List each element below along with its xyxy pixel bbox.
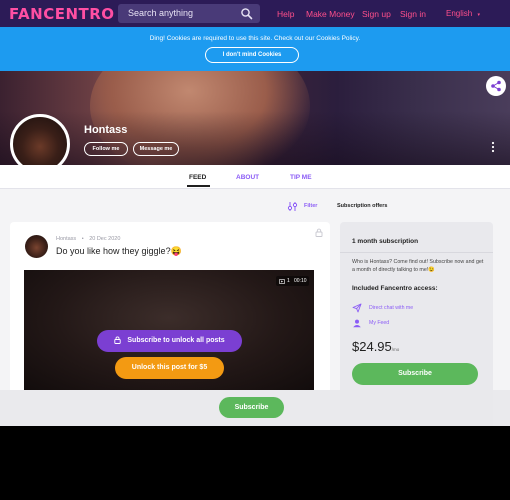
- panel-subscribe-button[interactable]: Subscribe: [352, 363, 478, 385]
- nav-link-make-money[interactable]: Make Money: [306, 9, 355, 19]
- tab-feed[interactable]: FEED: [189, 174, 206, 181]
- subscription-description: Who is Hontass? Come find out! Subscribe…: [352, 259, 484, 273]
- post-meta: Hontass • 20 Dec 2020: [56, 236, 120, 242]
- subscribe-unlock-all-button[interactable]: Subscribe to unlock all posts: [97, 330, 242, 352]
- share-icon: [491, 80, 501, 92]
- subscription-price: $24.95/mo: [352, 339, 399, 354]
- price-period: /mo: [391, 347, 400, 352]
- video-icon: [279, 278, 285, 284]
- search-icon[interactable]: [240, 7, 253, 20]
- tab-about[interactable]: ABOUT: [236, 174, 259, 181]
- language-selector[interactable]: English ▾: [446, 9, 480, 18]
- price-amount: $24.95: [352, 339, 392, 354]
- subscription-offers-link[interactable]: Subscription offers: [337, 203, 387, 209]
- included-access-title: Included Fancentro access:: [352, 285, 438, 292]
- feed-icon: [353, 319, 361, 328]
- nav-link-sign-in[interactable]: Sign in: [400, 9, 426, 19]
- chevron-down-icon: ▾: [477, 12, 480, 18]
- cookie-message: Ding! Cookies are required to use this s…: [149, 35, 361, 42]
- nav-link-sign-up[interactable]: Sign up: [362, 9, 391, 19]
- panel-divider: [340, 252, 493, 253]
- cookie-banner: Ding! Cookies are required to use this s…: [0, 27, 510, 71]
- media-count: 1: [287, 278, 290, 284]
- fancentro-logo[interactable]: FANCENTRO: [9, 5, 115, 23]
- accept-cookies-button[interactable]: I don't mind Cookies: [205, 47, 299, 63]
- profile-cover-image: [0, 71, 510, 165]
- logo-text: FANCENTRO: [9, 5, 115, 23]
- post-author-avatar[interactable]: [25, 235, 48, 258]
- post-date: 20 Dec 2020: [89, 236, 121, 242]
- more-options-icon[interactable]: [489, 141, 497, 153]
- tab-tip-me[interactable]: TIP ME: [290, 174, 312, 181]
- message-button[interactable]: Message me: [133, 142, 179, 156]
- language-label: English: [446, 9, 473, 18]
- access-item-my-feed: My Feed: [369, 320, 390, 326]
- cover-gradient: [0, 111, 510, 165]
- follow-button[interactable]: Follow me: [84, 142, 128, 156]
- top-nav: FANCENTRO Search anything Help Make Mone…: [0, 0, 510, 27]
- meta-separator: •: [81, 236, 84, 242]
- profile-tabs: FEED ABOUT TIP ME: [0, 165, 510, 189]
- access-item-direct-chat: Direct chat with me: [369, 305, 414, 311]
- lock-icon: [315, 228, 323, 237]
- active-tab-indicator: [187, 185, 210, 187]
- post-title: Do you like how they giggle?😝: [56, 246, 182, 256]
- unlock-all-label: Subscribe to unlock all posts: [127, 337, 225, 344]
- post-author[interactable]: Hontass: [56, 236, 76, 242]
- media-info-badge: 1 00:10: [276, 276, 309, 286]
- empty-viewport-area: [0, 426, 510, 500]
- share-button[interactable]: [486, 76, 506, 96]
- subscription-title: 1 month subscription: [352, 238, 419, 245]
- sticky-subscribe-button[interactable]: Subscribe: [219, 397, 284, 418]
- page: FANCENTRO Search anything Help Make Mone…: [0, 0, 510, 426]
- filter-button[interactable]: Filter: [304, 203, 317, 209]
- filter-icon[interactable]: [287, 201, 298, 212]
- profile-name: Hontass: [84, 124, 128, 136]
- search-placeholder: Search anything: [128, 8, 194, 18]
- send-icon: [352, 303, 362, 313]
- media-duration: 00:10: [294, 278, 307, 284]
- nav-link-help[interactable]: Help: [277, 9, 294, 19]
- search-input[interactable]: Search anything: [118, 4, 260, 23]
- lock-icon: [114, 336, 122, 345]
- unlock-post-button[interactable]: Unlock this post for $5: [115, 357, 224, 379]
